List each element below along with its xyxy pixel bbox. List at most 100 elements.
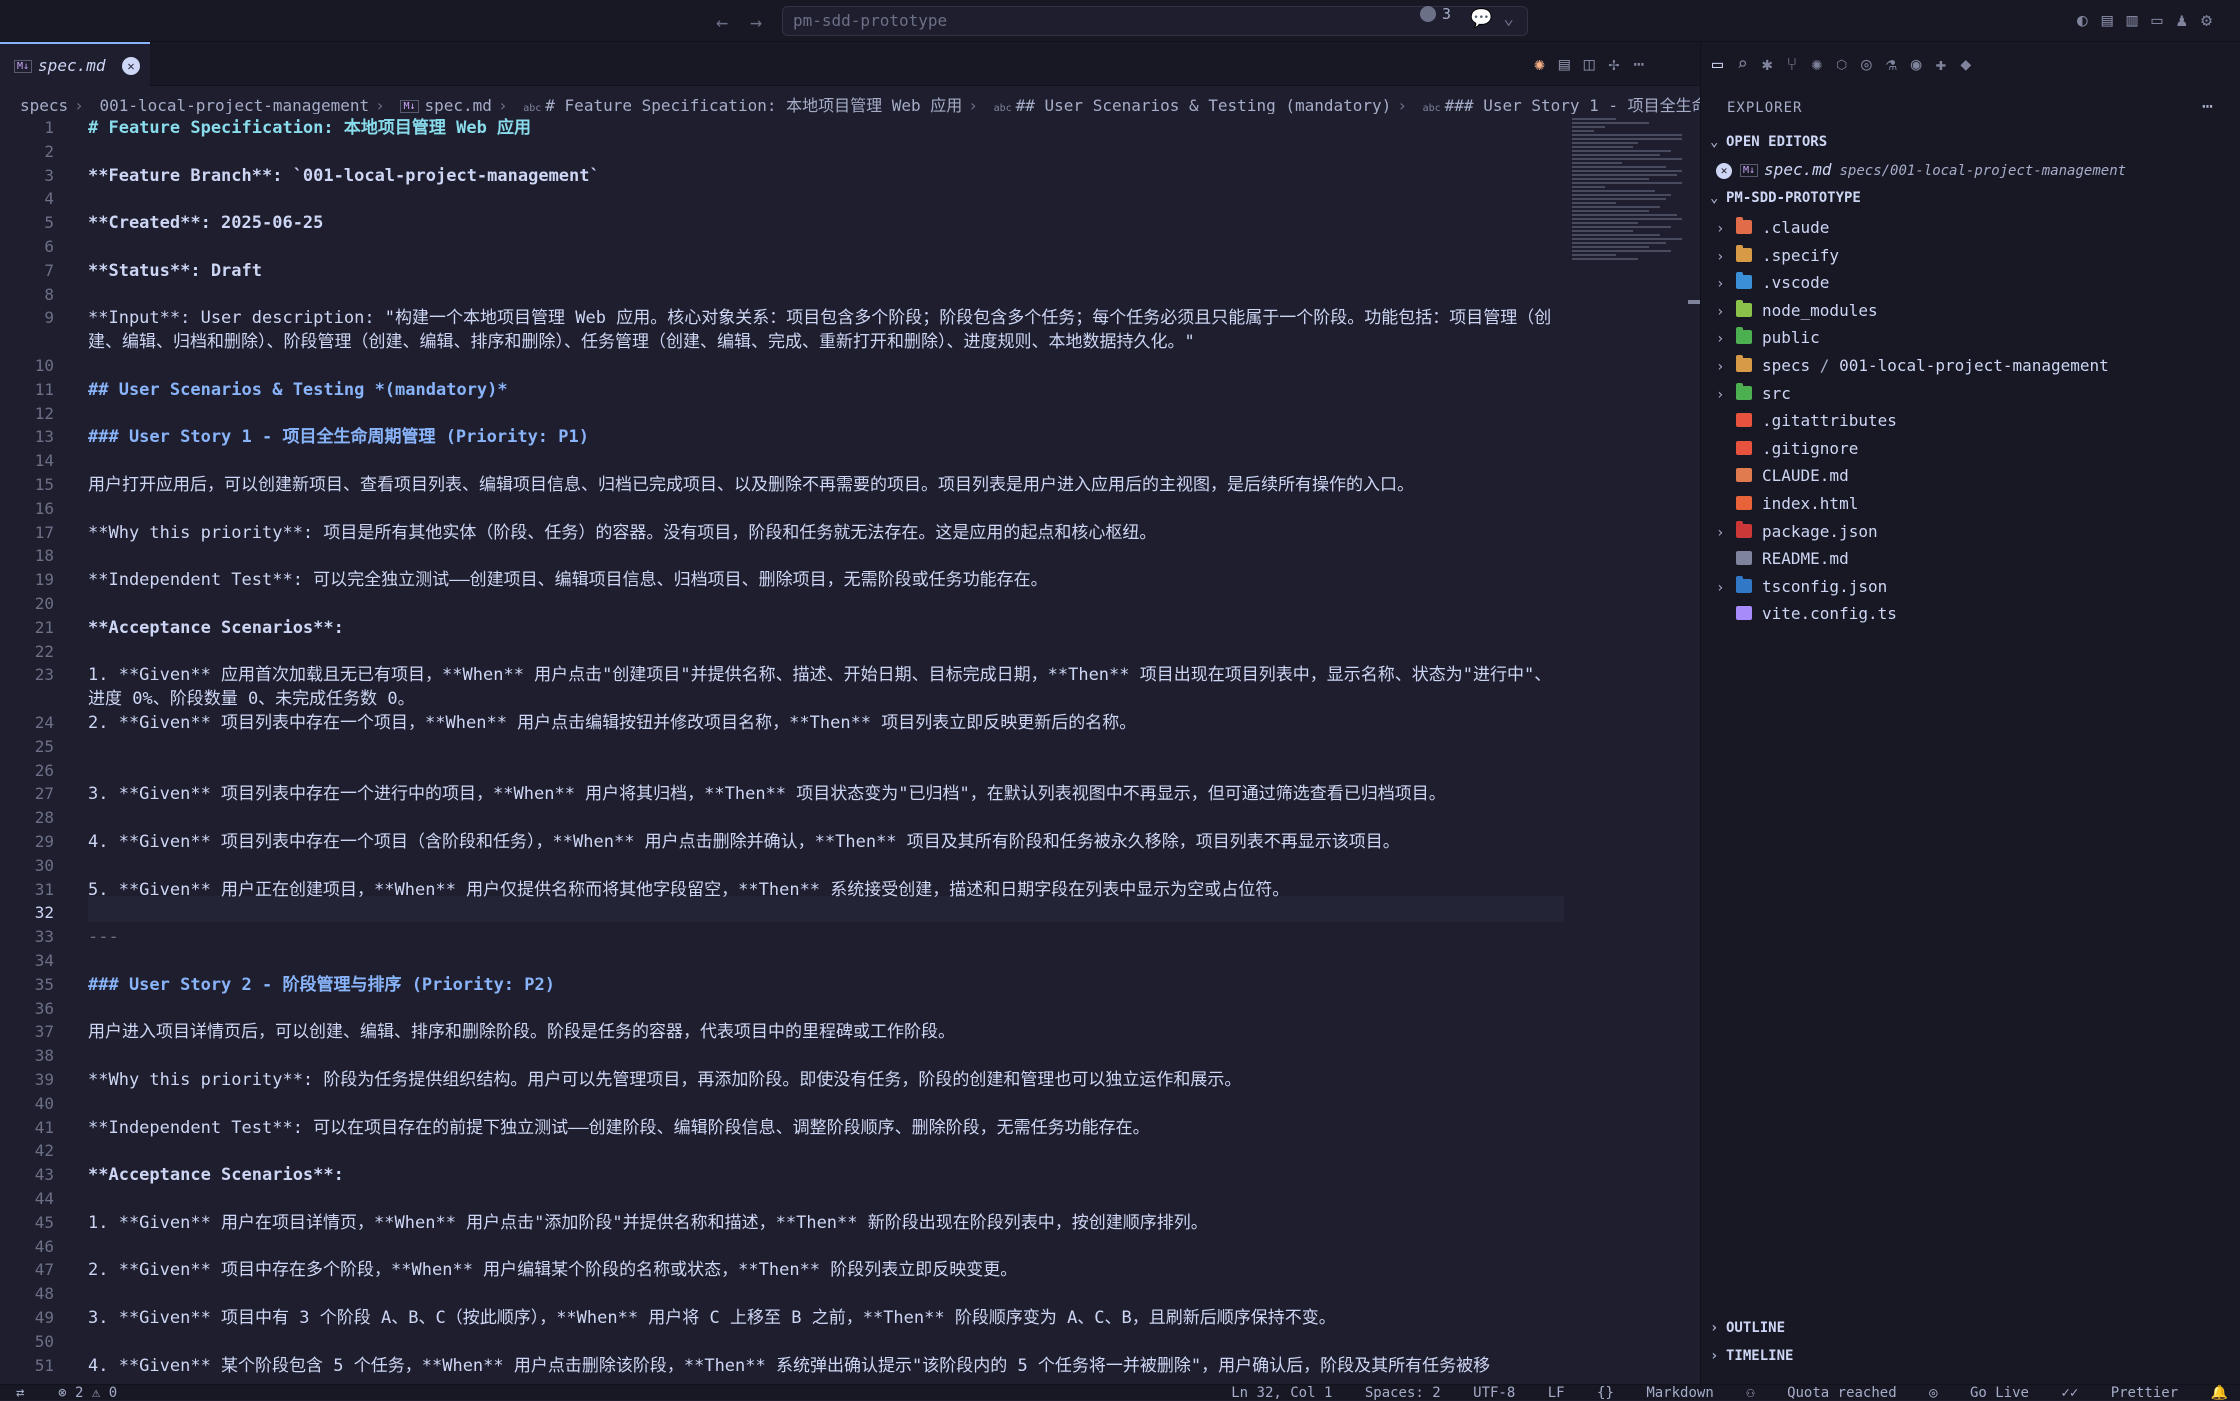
tree-folder[interactable]: › .vscode: [1716, 272, 1829, 299]
tree-folder[interactable]: › .claude: [1716, 217, 1829, 244]
testing-icon[interactable]: ⚗: [1886, 54, 1911, 75]
breadcrumb-item[interactable]: ### User Story 1 - 项目全生命周期管理: [1445, 96, 1700, 114]
breadcrumb-item[interactable]: ## User Scenarios & Testing (mandatory): [1016, 96, 1392, 114]
theme-icon[interactable]: ◐: [2077, 10, 2102, 31]
tree-folder[interactable]: › package.json: [1716, 520, 1878, 548]
tree-folder[interactable]: › tsconfig.json: [1716, 575, 1887, 603]
remote-indicator-icon[interactable]: ⇄: [16, 1385, 24, 1401]
minimap[interactable]: [1572, 116, 1682, 456]
tree-file[interactable]: README.md: [1716, 549, 1849, 575]
code-line[interactable]: **Independent Test**: 可以在项目存在的前提下独立测试——创…: [88, 1116, 1568, 1140]
quota-status[interactable]: ⚇ Quota reached: [1746, 1385, 1896, 1401]
code-line[interactable]: **Status**: Draft: [88, 259, 1568, 283]
tree-folder[interactable]: › node_modules: [1716, 299, 1878, 327]
encoding[interactable]: UTF-8: [1473, 1385, 1515, 1401]
command-center-search[interactable]: pm-sdd-prototype: [782, 6, 1528, 36]
claude-icon[interactable]: ✺: [1811, 54, 1836, 75]
code-line[interactable]: **Why this priority**: 阶段为任务提供组织结构。用户可以先…: [88, 1068, 1568, 1092]
section-timeline[interactable]: › TIMELINE: [1710, 1348, 1793, 1364]
tree-file[interactable]: vite.config.ts: [1716, 604, 1897, 630]
go-live-button[interactable]: ◎ Go Live: [1929, 1385, 2029, 1401]
code-line[interactable]: 2. **Given** 项目列表中存在一个项目，**When** 用户点击编辑…: [88, 711, 1568, 735]
code-line[interactable]: ### User Story 2 - 阶段管理与排序 (Priority: P2…: [88, 973, 1568, 997]
language-mode[interactable]: {} Markdown: [1597, 1385, 1714, 1401]
tree-folder[interactable]: › src: [1716, 382, 1791, 410]
end-of-line[interactable]: LF: [1548, 1385, 1565, 1401]
tree-file[interactable]: .gitignore: [1716, 439, 1858, 465]
breadcrumb-item[interactable]: # Feature Specification: 本地项目管理 Web 应用: [545, 96, 962, 114]
code-line[interactable]: **Acceptance Scenarios**:: [88, 616, 1568, 640]
code-line[interactable]: 1. **Given** 应用首次加载且无已有项目，**When** 用户点击"…: [88, 663, 1568, 711]
code-line[interactable]: **Independent Test**: 可以完全独立测试——创建项目、编辑项…: [88, 568, 1568, 592]
chat-icon[interactable]: 💬 ⌄: [1470, 8, 1514, 29]
open-editor-item[interactable]: ✕ M↓ spec.md specs/001-local-project-manage…: [1716, 160, 2236, 184]
code-line[interactable]: **Why this priority**: 项目是所有其他实体（阶段、任务）的…: [88, 521, 1568, 545]
code-line[interactable]: **Feature Branch**: `001-local-project-m…: [88, 164, 1568, 188]
tree-folder[interactable]: › specs / 001-local-project-management: [1716, 355, 2109, 382]
arrow-right-icon[interactable]: →: [750, 10, 762, 34]
error-icon[interactable]: ⊗: [58, 1385, 66, 1401]
code-line[interactable]: 3. **Given** 项目列表中存在一个进行中的项目，**When** 用户…: [88, 782, 1568, 806]
notifications-bell-icon[interactable]: 🔔: [2211, 1385, 2228, 1401]
code-line[interactable]: 2. **Given** 项目中存在多个阶段，**When** 用户编辑某个阶段…: [88, 1258, 1568, 1282]
tree-folder[interactable]: › public: [1716, 327, 1820, 354]
extensions-icon[interactable]: ✚: [1936, 54, 1961, 75]
section-outline[interactable]: › OUTLINE: [1710, 1320, 1785, 1336]
containers-icon[interactable]: ⬡: [1836, 54, 1861, 75]
explorer-icon[interactable]: ▭: [1712, 54, 1737, 75]
warning-icon[interactable]: ⚠: [92, 1385, 100, 1401]
code-line[interactable]: # Feature Specification: 本地项目管理 Web 应用: [88, 116, 1568, 140]
warning-count[interactable]: 0: [109, 1385, 117, 1401]
compare-icon[interactable]: ✢: [1609, 54, 1634, 75]
split-editor-icon[interactable]: ◫: [1584, 54, 1609, 75]
tree-file[interactable]: CLAUDE.md: [1716, 466, 1849, 492]
code-line[interactable]: 3. **Given** 项目中有 3 个阶段 A、B、C（按此顺序），**Wh…: [88, 1306, 1568, 1330]
account-icon[interactable]: ♟: [2176, 10, 2201, 31]
close-icon[interactable]: ✕: [122, 57, 140, 75]
claude-spark-icon[interactable]: ✺: [1534, 54, 1559, 75]
code-line[interactable]: 4. **Given** 项目列表中存在一个项目（含阶段和任务），**When*…: [88, 830, 1568, 854]
code-line[interactable]: 用户打开应用后，可以创建新项目、查看项目列表、编辑项目信息、归档已完成项目、以及…: [88, 473, 1568, 497]
breadcrumb-item[interactable]: spec.md: [425, 96, 492, 114]
code-line[interactable]: **Created**: 2025-06-25: [88, 211, 1568, 235]
code-line[interactable]: **Acceptance Scenarios**:: [88, 1163, 1568, 1187]
search-icon[interactable]: ⌕: [1737, 54, 1762, 75]
problems-badge[interactable]: 3: [1420, 5, 1451, 23]
section-open-editors[interactable]: ⌄ OPEN EDITORS: [1710, 134, 1827, 150]
source-control-icon[interactable]: ⑂: [1787, 54, 1812, 75]
prettier-status[interactable]: ✓✓ Prettier: [2061, 1385, 2178, 1401]
debug-icon[interactable]: ✱: [1762, 54, 1787, 75]
preview-icon[interactable]: ▤: [1559, 54, 1584, 75]
toggle-sidebar-icon[interactable]: ▥: [2127, 10, 2152, 31]
code-line[interactable]: 4. **Given** 某个阶段包含 5 个任务，**When** 用户点击删…: [88, 1354, 1568, 1378]
tree-folder[interactable]: › .specify: [1716, 244, 1839, 272]
error-count[interactable]: 2: [75, 1385, 83, 1401]
breadcrumb-item[interactable]: specs: [20, 96, 68, 114]
close-icon[interactable]: ✕: [1716, 163, 1732, 179]
copilot-icon[interactable]: ◉: [1911, 54, 1936, 75]
code-line[interactable]: **Input**: User description: "构建一个本地项目管理…: [88, 306, 1568, 354]
arrow-left-icon[interactable]: ←: [716, 10, 728, 34]
toggle-panel-icon[interactable]: ▭: [2151, 10, 2176, 31]
cursor-position[interactable]: Ln 32, Col 1: [1231, 1385, 1332, 1401]
editor-area[interactable]: 1 2 3 4 5 6 7 8 9 10 11 12 13 14 15 16 17 18 19 20 21 22 23 24 2…: [0, 116, 1700, 1384]
layout-icon[interactable]: ▤: [2102, 10, 2127, 31]
code-line[interactable]: 用户进入项目详情页后，可以创建、编辑、排序和删除阶段。阶段是任务的容器，代表项目…: [88, 1020, 1568, 1044]
section-workspace[interactable]: ⌄ PM-SDD-PROTOTYPE: [1710, 190, 1861, 206]
code-line[interactable]: ---: [88, 925, 1568, 949]
code-line[interactable]: 5. **Given** 用户正在创建项目，**When** 用户仅提供名称而将…: [88, 878, 1568, 902]
python-icon[interactable]: ◆: [1960, 54, 1985, 75]
code-line[interactable]: ## User Scenarios & Testing *(mandatory)…: [88, 378, 1568, 402]
breadcrumb-item[interactable]: 001-local-project-management: [99, 96, 369, 114]
code-line[interactable]: 1. **Given** 用户在项目详情页，**When** 用户点击"添加阶段…: [88, 1211, 1568, 1235]
tree-file[interactable]: index.html: [1716, 494, 1858, 520]
more-icon[interactable]: ⋯: [2202, 96, 2213, 117]
tree-file[interactable]: .gitattributes: [1716, 411, 1897, 437]
more-actions-icon[interactable]: ⋯: [1633, 54, 1658, 75]
minimap-slider[interactable]: [1688, 300, 1700, 304]
indentation[interactable]: Spaces: 2: [1365, 1385, 1441, 1401]
settings-gear-icon[interactable]: ⚙: [2201, 10, 2226, 31]
remote-icon[interactable]: ◎: [1861, 54, 1886, 75]
code-line[interactable]: ### User Story 1 - 项目全生命周期管理 (Priority: …: [88, 425, 1568, 449]
tab-spec-md[interactable]: M↓ spec.md ✕: [0, 42, 150, 86]
